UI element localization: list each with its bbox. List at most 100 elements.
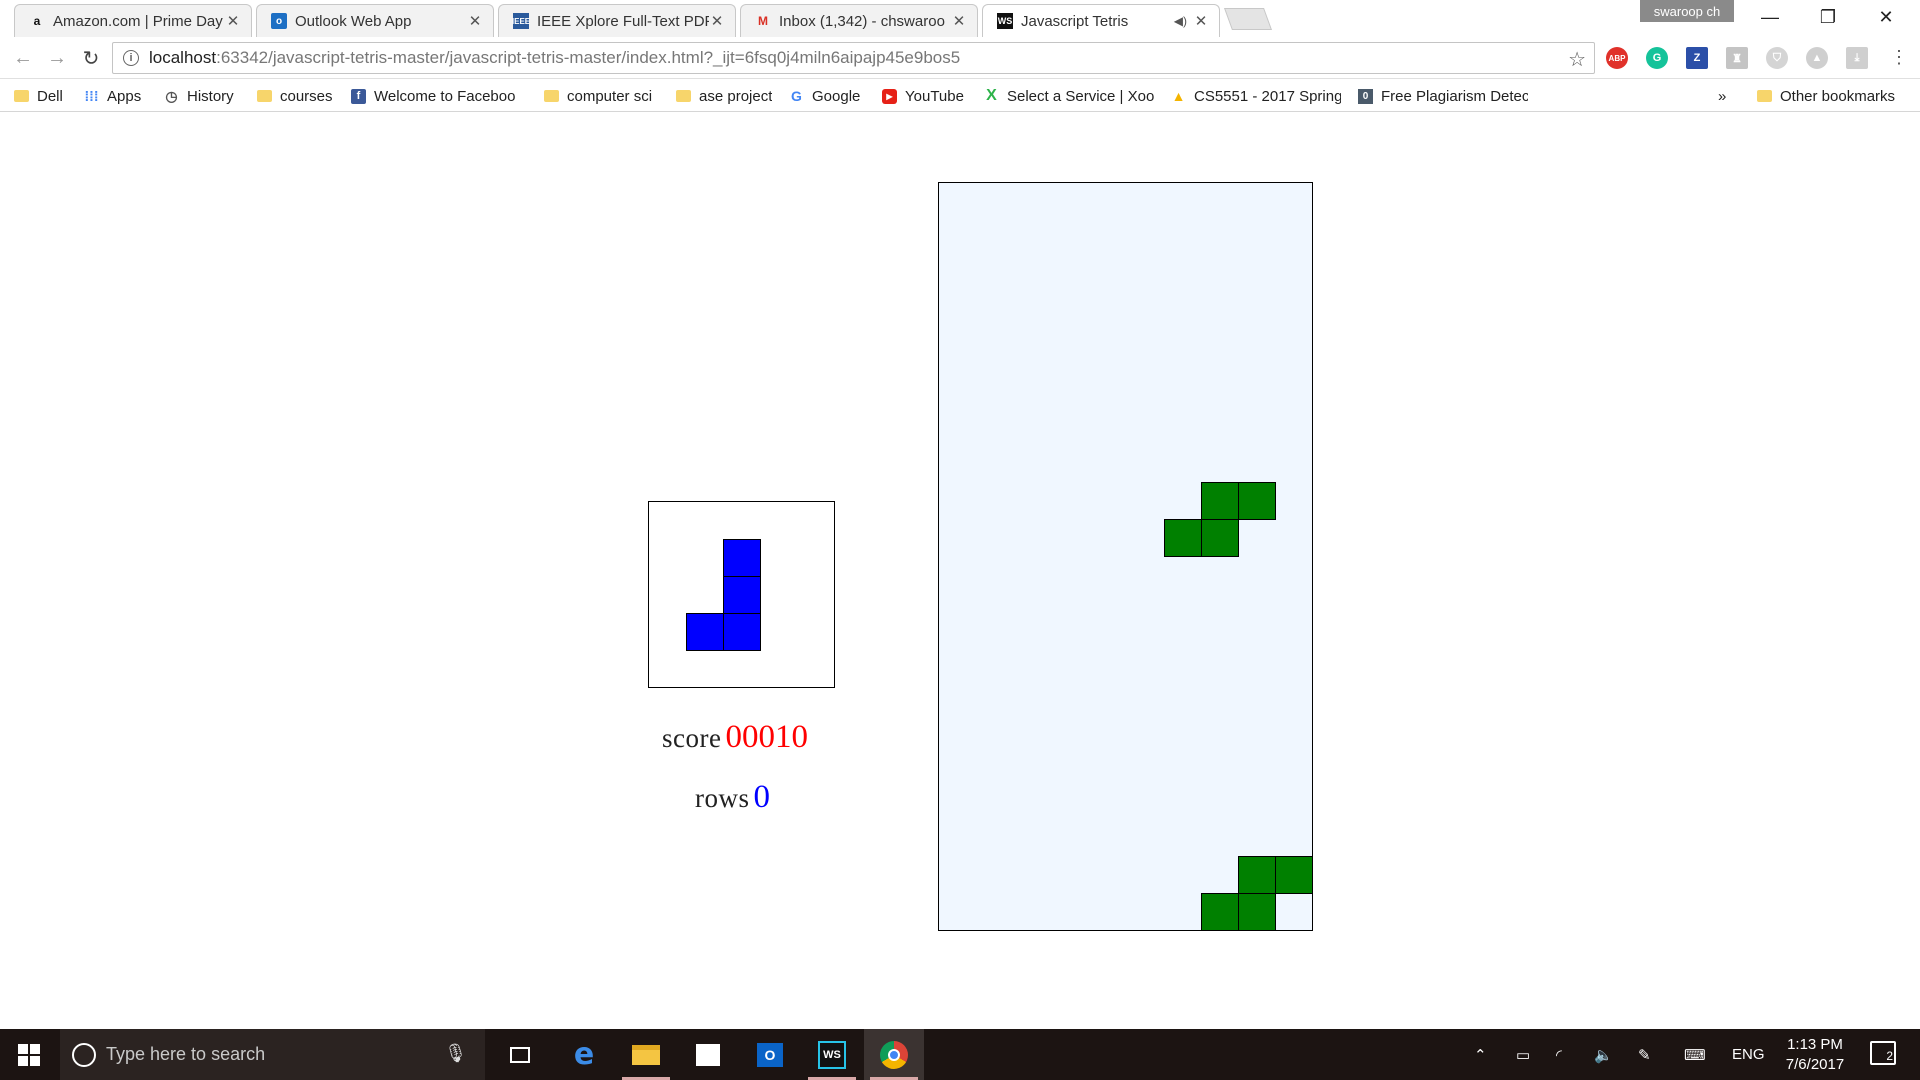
tab-amazon[interactable]: a Amazon.com | Prime Day ✕ (14, 4, 252, 37)
action-center-icon[interactable]: 2 (1870, 1041, 1896, 1065)
falling-piece-block (1238, 482, 1276, 520)
rows-label: rows (695, 783, 750, 813)
drive-icon: ▲ (1171, 88, 1186, 104)
webstorm-app-icon[interactable]: WS (802, 1029, 862, 1080)
info-icon[interactable]: i (123, 50, 139, 66)
forward-icon[interactable]: → (44, 45, 70, 71)
clock-time: 1:13 PM (1787, 1036, 1843, 1053)
score-display: score 00010 (662, 719, 808, 756)
landed-piece-block (1201, 893, 1239, 931)
plagiarism-icon: 0 (1358, 88, 1373, 104)
next-piece-block (686, 613, 724, 651)
bookmark-star-icon[interactable]: ☆ (1568, 47, 1586, 72)
show-hidden-icons[interactable]: ⌃ (1474, 1029, 1487, 1080)
address-bar[interactable]: i localhost:63342/javascript-tetris-mast… (112, 42, 1595, 74)
edge-icon[interactable]: e (554, 1029, 614, 1080)
bookmark-google[interactable]: G Google (789, 85, 860, 107)
profile-button[interactable]: swaroop ch (1640, 0, 1734, 22)
notification-count: 2 (1886, 1049, 1893, 1063)
history-icon: ◷ (165, 87, 178, 104)
landed-piece-block (1238, 856, 1276, 894)
tab-strip: a Amazon.com | Prime Day ✕ o Outlook Web… (0, 0, 1920, 37)
search-placeholder: Type here to search (106, 1044, 266, 1064)
battery-icon[interactable]: ▭ (1516, 1029, 1530, 1080)
bookmark-apps[interactable]: ⁞⁞⁞ Apps (84, 85, 142, 107)
bookmark-dell[interactable]: Dell (14, 85, 63, 107)
close-icon[interactable]: ✕ (1193, 12, 1209, 30)
clock-date: 7/6/2017 (1785, 1056, 1845, 1073)
folder-icon (1757, 89, 1772, 104)
volume-icon[interactable]: 🔈 (1594, 1029, 1613, 1080)
tab-gmail[interactable]: M Inbox (1,342) - chswaroo ✕ (740, 4, 978, 37)
keyboard-icon[interactable]: ⌨ (1684, 1029, 1706, 1080)
bookmark-label: courses (280, 87, 333, 105)
store-icon[interactable] (678, 1029, 738, 1080)
bookmark-label: Google (812, 87, 861, 105)
close-icon[interactable]: ✕ (225, 12, 241, 30)
shield-icon[interactable]: ⛉ (1766, 47, 1788, 69)
close-icon[interactable]: ✕ (467, 12, 483, 30)
close-icon[interactable]: ✕ (709, 12, 725, 30)
task-view-icon[interactable] (490, 1029, 550, 1080)
file-explorer-icon[interactable] (616, 1029, 676, 1080)
other-bookmarks[interactable]: Other bookmarks (1757, 85, 1895, 107)
xoom-icon: X (986, 87, 997, 104)
microphone-icon[interactable]: 🎙 (444, 1043, 467, 1064)
taskbar-search-box[interactable]: Type here to search 🎙 (60, 1029, 485, 1080)
clock[interactable]: 1:13 PM 7/6/2017 (1760, 1035, 1870, 1075)
bookmark-courses[interactable]: courses (257, 85, 333, 107)
webstorm-icon: WS (997, 13, 1013, 29)
facebook-icon: f (351, 88, 366, 104)
zotero-icon[interactable]: Z (1686, 47, 1708, 69)
chrome-app-icon[interactable] (864, 1029, 924, 1080)
pen-icon[interactable]: ✎ (1638, 1029, 1651, 1080)
close-window-icon[interactable]: ✕ (1858, 0, 1914, 34)
tab-ieee[interactable]: IEEE IEEE Xplore Full-Text PDF ✕ (498, 4, 736, 37)
bookmark-computer-sci[interactable]: computer sci (544, 85, 652, 107)
falling-piece-block (1201, 482, 1239, 520)
bookmarks-bar: Dell ⁞⁞⁞ Apps ◷ History courses f Welcom… (0, 79, 1920, 112)
tab-title: Inbox (1,342) - chswaroo (779, 12, 945, 30)
bookmark-cs5551[interactable]: ▲ CS5551 - 2017 Spring (1171, 85, 1341, 107)
bookmark-youtube[interactable]: ▶ YouTube (882, 85, 964, 107)
ieee-icon: IEEE (512, 13, 530, 29)
screen: a Amazon.com | Prime Day ✕ o Outlook Web… (0, 0, 1920, 1080)
wifi-icon[interactable]: ◜ (1556, 1029, 1562, 1080)
chrome-menu-icon[interactable]: ⋮ (1890, 47, 1908, 68)
grammarly-icon[interactable]: G (1646, 47, 1668, 69)
gmail-icon: M (758, 14, 768, 28)
pdf-extension-icon[interactable]: ⤓ (1846, 47, 1868, 69)
restore-icon[interactable]: ❐ (1800, 0, 1856, 34)
drive-extension-icon[interactable]: ▲ (1806, 47, 1828, 69)
score-value: 00010 (725, 719, 808, 755)
url-path: :63342/javascript-tetris-master/javascri… (216, 48, 961, 67)
extension-icon[interactable]: ♜ (1726, 47, 1748, 69)
minimize-icon[interactable]: — (1742, 0, 1798, 34)
speaker-icon[interactable]: ◀) (1174, 14, 1187, 28)
bookmark-plagiarism[interactable]: 0 Free Plagiarism Detec (1358, 85, 1528, 107)
bookmark-label: Dell (37, 87, 63, 105)
bookmark-label: Select a Service | Xoo (1007, 87, 1154, 105)
tab-javascript-tetris[interactable]: WS Javascript Tetris ◀) ✕ (982, 4, 1220, 37)
folder-icon (257, 89, 272, 104)
adblock-plus-icon[interactable]: ABP (1606, 47, 1628, 69)
tab-title: Javascript Tetris (1021, 12, 1129, 30)
bookmark-history[interactable]: ◷ History (164, 85, 234, 107)
rows-display: rows 0 (695, 779, 770, 816)
bookmark-ase-project[interactable]: ase project (676, 85, 772, 107)
windows-start-icon[interactable] (18, 1044, 40, 1066)
bookmark-label: History (187, 87, 234, 105)
falling-piece-block (1164, 519, 1202, 557)
back-icon[interactable]: ← (10, 45, 36, 71)
outlook-app-icon[interactable]: O (740, 1029, 800, 1080)
bookmark-xoom[interactable]: X Select a Service | Xoo (984, 85, 1154, 107)
bookmarks-overflow-button[interactable]: » (1718, 85, 1726, 107)
google-icon: G (791, 88, 802, 104)
tetris-board[interactable] (938, 182, 1313, 931)
tab-outlook[interactable]: o Outlook Web App ✕ (256, 4, 494, 37)
close-icon[interactable]: ✕ (951, 12, 967, 30)
reload-icon[interactable]: ↻ (78, 45, 104, 71)
bookmark-label: Other bookmarks (1780, 87, 1896, 105)
bookmark-facebook[interactable]: f Welcome to Faceboo (351, 85, 521, 107)
new-tab-button[interactable] (1223, 8, 1273, 30)
